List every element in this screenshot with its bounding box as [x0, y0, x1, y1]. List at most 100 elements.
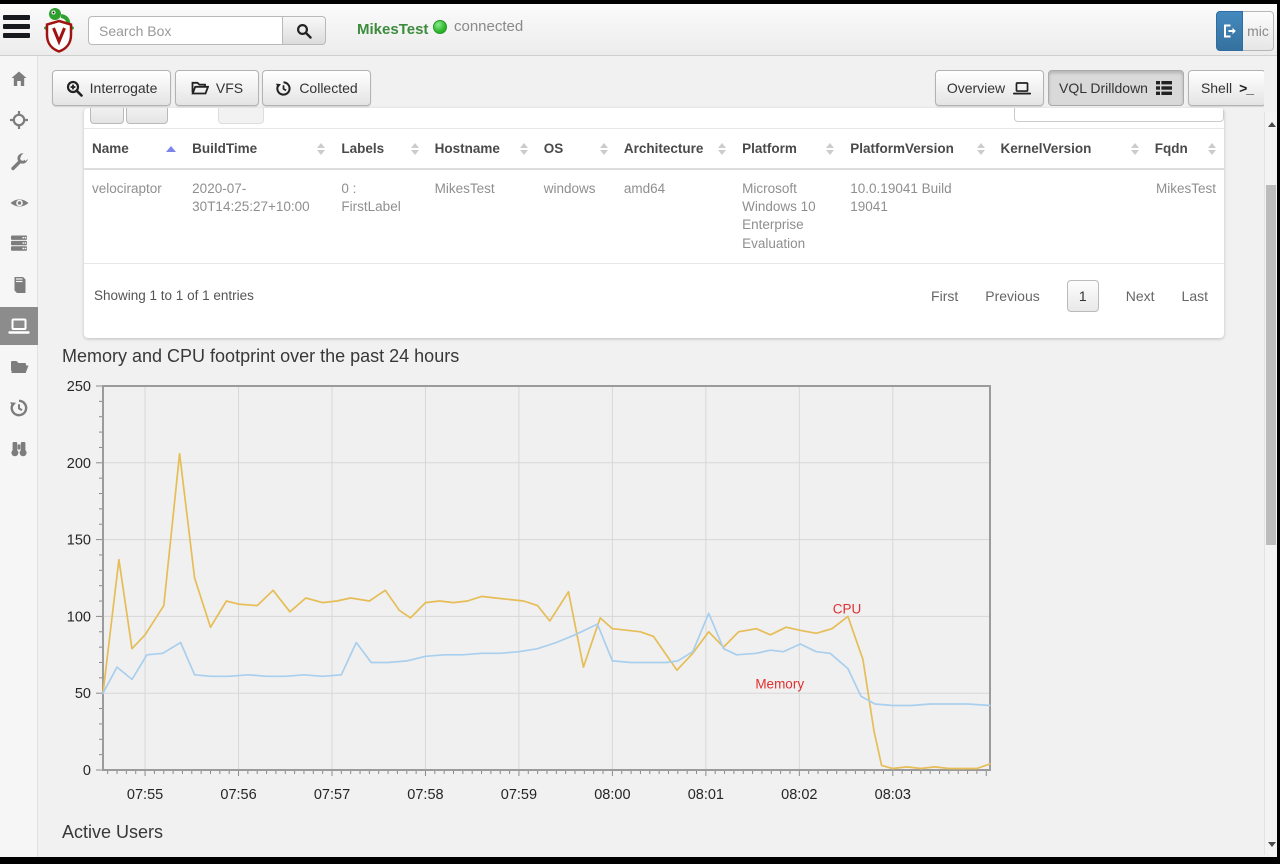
- svg-text:07:56: 07:56: [220, 787, 256, 803]
- logout-button[interactable]: [1216, 11, 1243, 51]
- page-button-current[interactable]: 1: [1067, 280, 1099, 312]
- column-header-platform[interactable]: Platform: [734, 129, 842, 170]
- sort-arrows-icon: [977, 143, 985, 155]
- column-header-buildtime[interactable]: BuildTime: [184, 129, 333, 170]
- sidebar-item-server-events[interactable]: [0, 224, 38, 262]
- magnifier-plus-icon: [66, 80, 83, 97]
- column-label: Hostname: [435, 141, 500, 156]
- scroll-up-icon[interactable]: [1268, 122, 1276, 127]
- column-label: Fqdn: [1155, 141, 1188, 156]
- svg-text:50: 50: [75, 686, 91, 702]
- cell-name: velociraptor: [84, 169, 184, 263]
- connection-status: connected: [433, 18, 523, 35]
- column-header-hostname[interactable]: Hostname: [427, 129, 536, 170]
- history-icon: [275, 80, 292, 97]
- pagination-first[interactable]: First: [931, 288, 958, 304]
- sidebar-item-vfs[interactable]: [0, 348, 38, 386]
- svg-text:100: 100: [67, 609, 91, 625]
- terminal-icon: >_: [1239, 80, 1253, 96]
- eye-icon: [9, 193, 30, 213]
- table-filter-input[interactable]: [1014, 108, 1224, 122]
- search-input[interactable]: [88, 16, 282, 45]
- table-toolbar-button-3[interactable]: [218, 108, 264, 124]
- table-toolbar-button-1[interactable]: [90, 108, 124, 124]
- connected-dot-icon: [433, 20, 447, 34]
- interrogate-label: Interrogate: [90, 80, 158, 96]
- column-header-name[interactable]: Name: [84, 129, 184, 170]
- sort-arrows-icon: [317, 143, 325, 155]
- pagination-next[interactable]: Next: [1126, 288, 1155, 304]
- sort-arrow-active-icon: [166, 146, 176, 152]
- column-header-platformversion[interactable]: PlatformVersion: [842, 129, 992, 170]
- top-bar: MikesTest connected mic: [0, 4, 1277, 56]
- sidebar-item-notebooks[interactable]: [0, 266, 38, 304]
- chart-title: Memory and CPU footprint over the past 2…: [62, 346, 459, 367]
- pagination-last[interactable]: Last: [1182, 288, 1208, 304]
- tab-overview-label: Overview: [947, 80, 1005, 96]
- sort-arrows-icon: [826, 143, 834, 155]
- svg-text:08:01: 08:01: [688, 787, 724, 803]
- sidebar-item-hunt-manager[interactable]: [0, 101, 38, 139]
- wrench-icon: [9, 152, 29, 172]
- sidebar-item-collected[interactable]: [0, 389, 38, 427]
- collected-label: Collected: [299, 80, 357, 96]
- crosshair-icon: [9, 110, 29, 130]
- cell-labels: 0 : FirstLabel: [333, 169, 426, 263]
- tab-shell[interactable]: Shell >_: [1188, 70, 1264, 106]
- svg-text:08:02: 08:02: [781, 787, 817, 803]
- laptop-icon: [1012, 80, 1032, 97]
- server-tasks-icon: [1155, 80, 1173, 96]
- sort-arrows-icon: [718, 143, 726, 155]
- cell-hostname: MikesTest: [427, 169, 536, 263]
- svg-text:250: 250: [67, 379, 91, 395]
- column-header-kernelversion[interactable]: KernelVersion: [993, 129, 1147, 170]
- tab-shell-label: Shell: [1201, 80, 1232, 96]
- pagination: First Previous 1 Next Last: [931, 280, 1208, 312]
- sort-arrows-icon: [600, 143, 608, 155]
- svg-text:CPU: CPU: [833, 601, 862, 616]
- cell-platformversion: 10.0.19041 Build 19041: [842, 169, 992, 263]
- scroll-down-icon[interactable]: [1268, 842, 1276, 847]
- column-header-architecture[interactable]: Architecture: [616, 129, 734, 170]
- magnifier-icon: [296, 23, 312, 39]
- column-header-labels[interactable]: Labels: [333, 129, 426, 170]
- cell-fqdn: MikesTest: [1147, 169, 1224, 263]
- svg-text:07:55: 07:55: [127, 787, 163, 803]
- column-header-os[interactable]: OS: [536, 129, 616, 170]
- sidebar-item-artifacts[interactable]: [0, 184, 38, 222]
- book-icon: [9, 275, 29, 295]
- search-button[interactable]: [282, 16, 326, 45]
- server-stack-icon: [9, 233, 29, 253]
- svg-text:07:57: 07:57: [314, 787, 350, 803]
- collected-button[interactable]: Collected: [262, 70, 371, 106]
- table-row[interactable]: velociraptor2020-07-30T14:25:27+10:000 :…: [84, 169, 1224, 263]
- hamburger-menu-icon[interactable]: [3, 15, 31, 45]
- home-icon: [9, 69, 29, 89]
- svg-text:07:58: 07:58: [407, 787, 443, 803]
- scrollbar-thumb[interactable]: [1266, 185, 1276, 545]
- user-menu-button[interactable]: mic: [1243, 11, 1274, 51]
- memory-cpu-chart: 05010015020025007:5507:5607:5707:5807:59…: [45, 372, 1005, 814]
- tab-overview[interactable]: Overview: [935, 70, 1044, 106]
- sidebar-item-search[interactable]: [0, 430, 38, 468]
- column-label: BuildTime: [192, 141, 257, 156]
- tab-vql-drilldown[interactable]: VQL Drilldown: [1048, 70, 1184, 106]
- cell-os: windows: [536, 169, 616, 263]
- column-label: OS: [544, 141, 564, 156]
- pagination-previous[interactable]: Previous: [985, 288, 1039, 304]
- host-table-card: Name BuildTime Labels Hostname OS Architectur…: [84, 108, 1224, 338]
- interrogate-button[interactable]: Interrogate: [52, 70, 171, 106]
- column-label: Labels: [341, 141, 384, 156]
- column-header-fqdn[interactable]: Fqdn: [1147, 129, 1224, 170]
- vfs-button[interactable]: VFS: [175, 70, 259, 106]
- sidebar-item-server-config[interactable]: [0, 143, 38, 181]
- cell-architecture: amd64: [616, 169, 734, 263]
- tab-vql-drilldown-label: VQL Drilldown: [1059, 80, 1148, 96]
- sidebar-item-home[interactable]: [0, 60, 38, 98]
- table-header: Name BuildTime Labels Hostname OS Architectur…: [84, 129, 1224, 170]
- column-label: Platform: [742, 141, 797, 156]
- sidebar-item-host-view[interactable]: [0, 307, 38, 345]
- logout-icon: [1221, 22, 1239, 40]
- vertical-scrollbar[interactable]: [1264, 112, 1277, 855]
- table-toolbar-button-2[interactable]: [126, 108, 168, 124]
